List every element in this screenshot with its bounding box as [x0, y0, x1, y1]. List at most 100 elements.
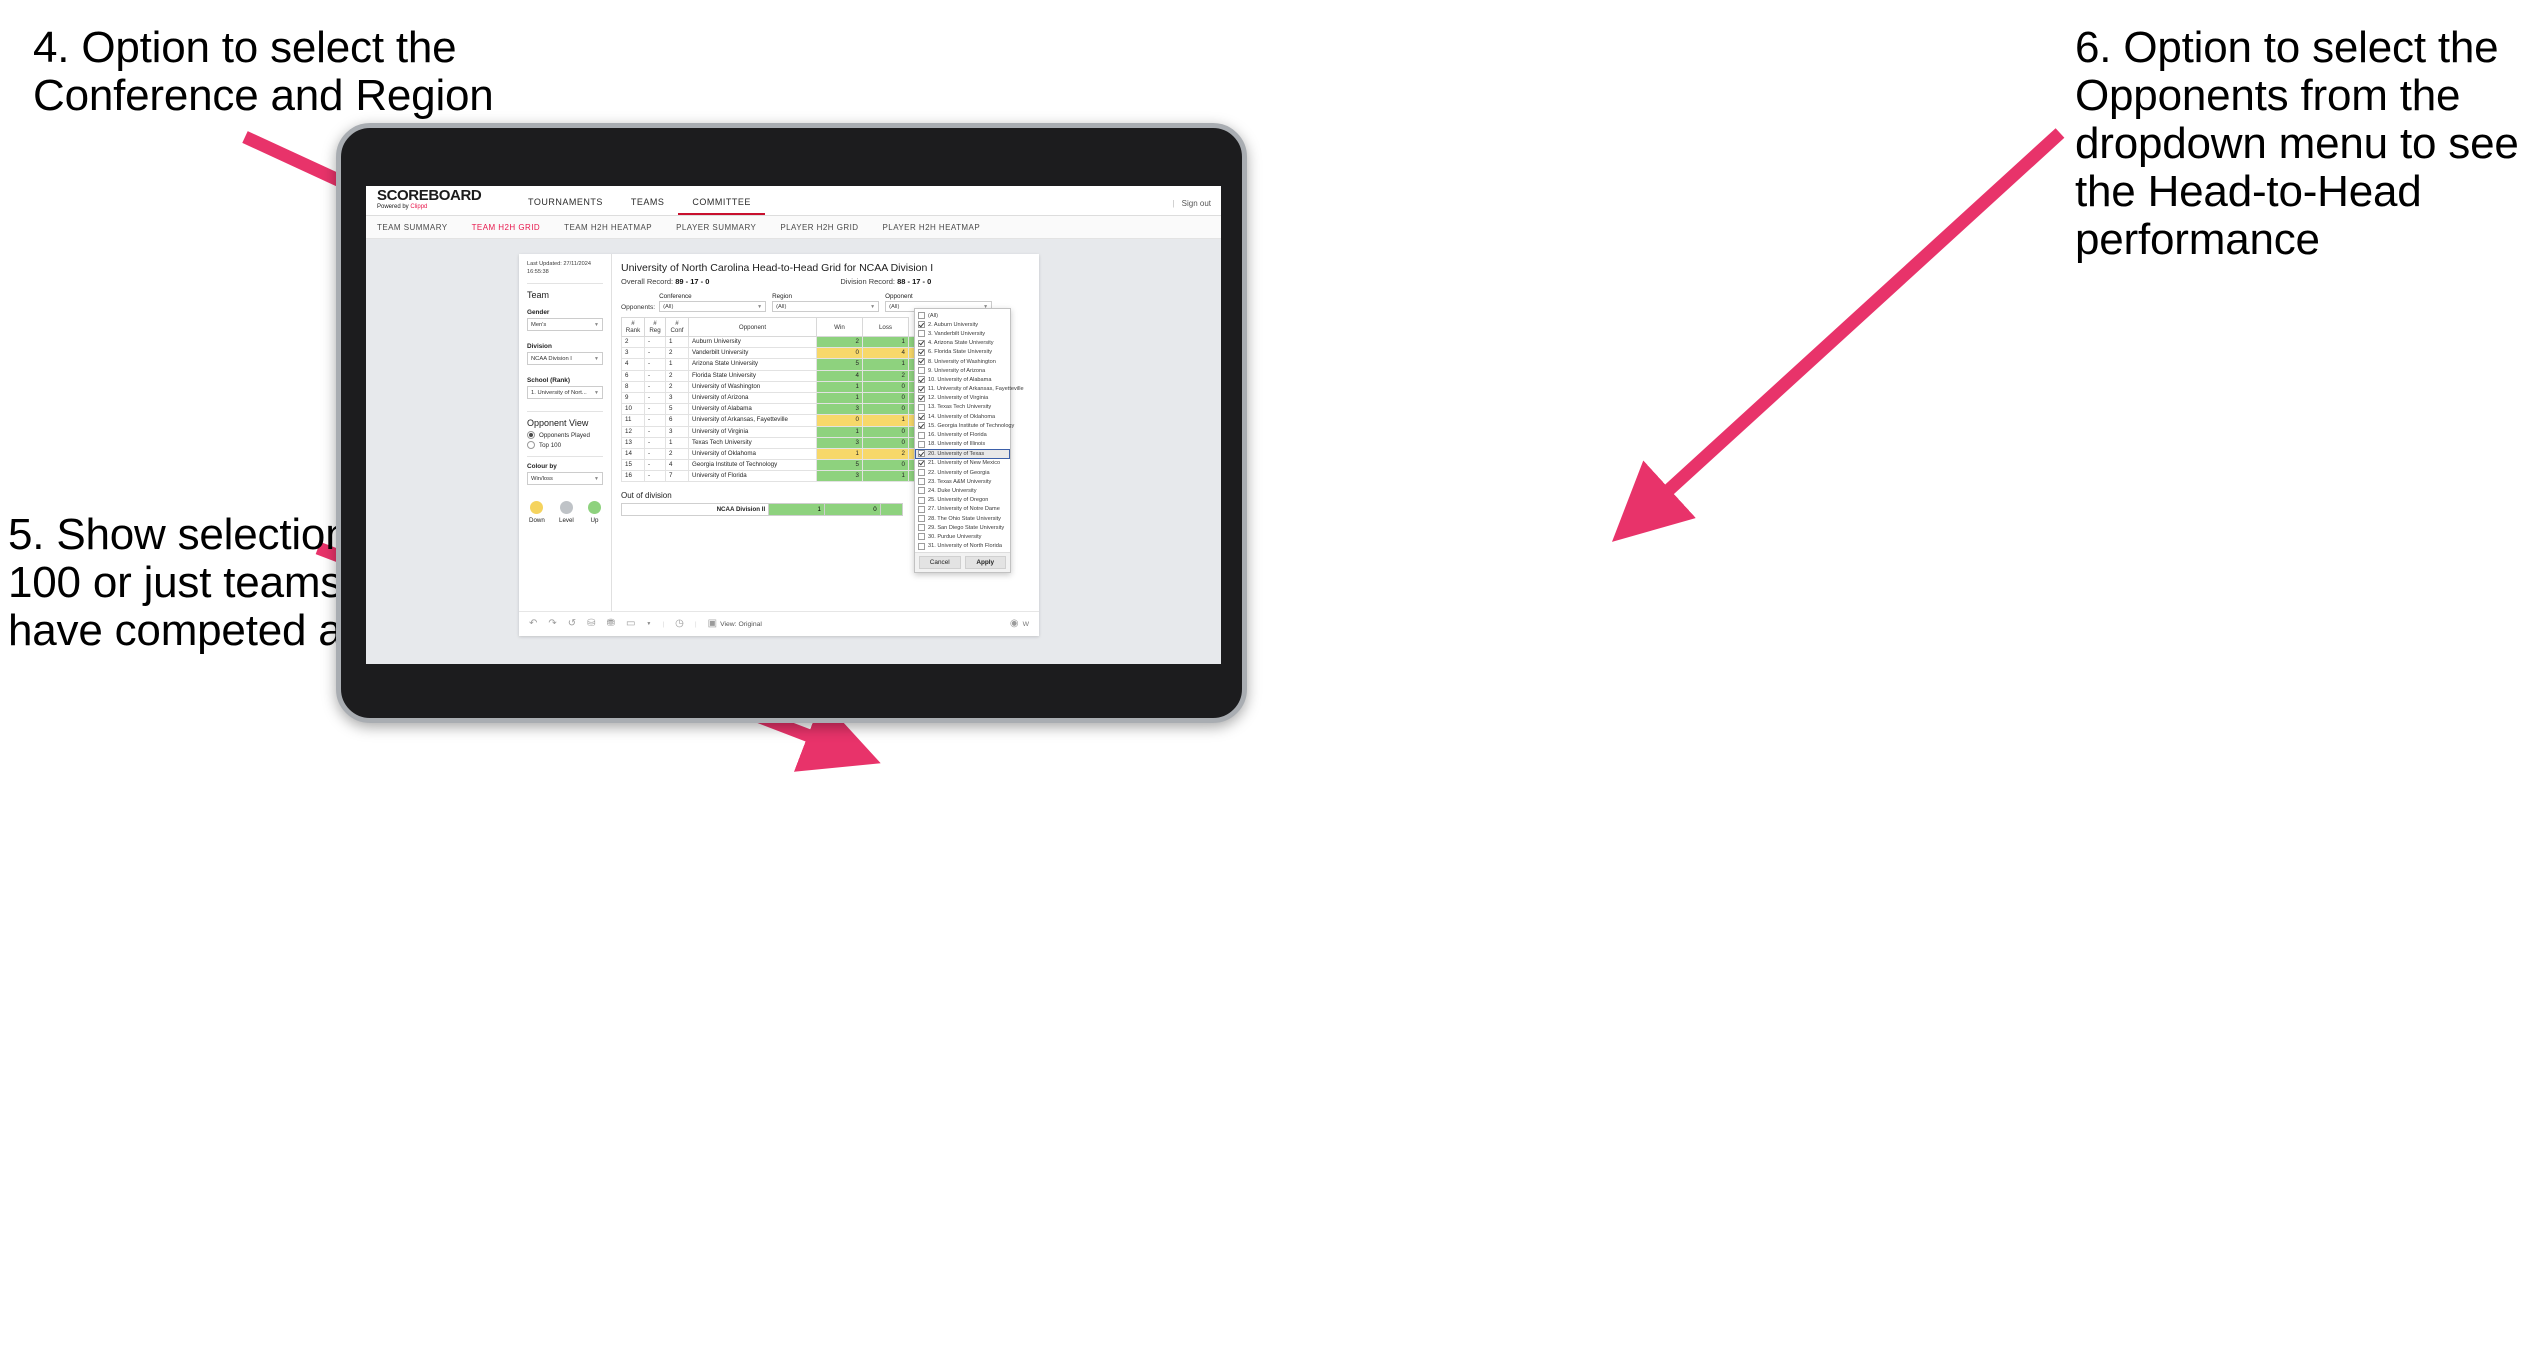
opponent-option[interactable]: 30. Purdue University [915, 532, 1010, 541]
app-logo[interactable]: SCOREBOARD Powered by Clippd [377, 188, 482, 211]
checkbox-icon[interactable] [918, 385, 925, 393]
opponent-option[interactable]: 8. University of Washington [915, 357, 1010, 366]
conference-select[interactable]: (All) ▼ [659, 301, 767, 312]
opponent-option[interactable]: (All) [915, 311, 1010, 320]
opponent-option[interactable]: 28. The Ohio State University [915, 514, 1010, 523]
opponent-option[interactable]: 29. San Diego State University [915, 523, 1010, 532]
table-row[interactable]: 10-5 University of Alabama 3 0 [621, 403, 925, 416]
opponent-option[interactable]: 23. Texas A&M University [915, 477, 1010, 486]
checkbox-icon[interactable] [918, 533, 925, 541]
checkbox-icon[interactable] [918, 330, 925, 338]
table-row[interactable]: 9-3 University of Arizona 1 0 [621, 391, 925, 405]
table-row[interactable]: 2-1 Auburn University 2 1 [621, 335, 925, 349]
table-row[interactable]: 13-1 Texas Tech University 3 0 [621, 436, 925, 449]
revert-icon[interactable]: ↺ [568, 619, 576, 629]
radio-opponents-played[interactable]: Opponents Played [527, 431, 603, 439]
opponent-option[interactable]: 4. Arizona State University [915, 339, 1010, 348]
view-original-button[interactable]: ▣ View: Original [708, 619, 762, 629]
checkbox-icon[interactable] [918, 459, 925, 467]
table-row[interactable]: 4-1 Arizona State University 5 1 [621, 358, 925, 371]
radio-top-100[interactable]: Top 100 [527, 441, 603, 449]
nav-item-teams[interactable]: TEAMS [617, 197, 679, 215]
checkbox-icon[interactable] [918, 376, 925, 384]
checkbox-icon[interactable] [918, 321, 925, 329]
checkbox-icon[interactable] [918, 312, 925, 320]
checkbox-icon[interactable] [918, 478, 925, 486]
tab-player-h2h-grid[interactable]: PLAYER H2H GRID [780, 223, 858, 232]
opponent-option[interactable]: 3. Vanderbilt University [915, 329, 1010, 338]
opponent-option[interactable]: 21. University of New Mexico [915, 459, 1010, 468]
opponent-option-list[interactable]: (All) 2. Auburn University 3. Vanderbilt U… [915, 309, 1024, 552]
col-conf[interactable]: # Conf [665, 317, 689, 337]
opponent-option[interactable]: 31. University of North Florida [915, 542, 1010, 551]
opponent-option[interactable]: 24. Duke University [915, 486, 1010, 495]
checkbox-icon[interactable] [918, 505, 925, 513]
col-opponent[interactable]: Opponent [688, 317, 817, 337]
opponent-option[interactable]: 16. University of Florida [915, 430, 1010, 439]
col-rank[interactable]: # Rank [621, 317, 645, 337]
opponent-option[interactable]: 6. Florida State University [915, 348, 1010, 357]
region-select[interactable]: (All) ▼ [772, 301, 880, 312]
checkbox-icon[interactable] [918, 394, 925, 402]
gender-select[interactable]: Men's ▼ [527, 318, 603, 331]
sign-out-link[interactable]: Sign out [1182, 199, 1211, 208]
table-row[interactable]: 3-2 Vanderbilt University 0 4 [621, 347, 925, 360]
opponent-option[interactable]: 11. University of Arkansas, Fayetteville [915, 385, 1024, 394]
col-reg[interactable]: # Reg [644, 317, 666, 337]
pause-data-icon[interactable]: ⛃ [607, 619, 615, 629]
eye-icon[interactable]: ◉ [1010, 619, 1019, 629]
tab-team-h2h-heatmap[interactable]: TEAM H2H HEATMAP [564, 223, 652, 232]
checkbox-icon[interactable] [918, 422, 925, 430]
history-icon[interactable]: ◷ [675, 619, 684, 629]
redo-icon[interactable]: ↷ [548, 619, 556, 629]
checkbox-icon[interactable] [918, 403, 925, 411]
checkbox-icon[interactable] [918, 339, 925, 347]
col-loss[interactable]: Loss [862, 317, 909, 337]
opponent-option[interactable]: 13. Texas Tech University [915, 403, 1010, 412]
school-rank-select[interactable]: 1. University of Nort... ▼ [527, 386, 603, 399]
nav-item-committee[interactable]: COMMITTEE [678, 197, 765, 215]
opponent-option[interactable]: 27. University of Notre Dame [915, 505, 1010, 514]
table-row[interactable]: 11-6 University of Arkansas, Fayetteville… [621, 414, 925, 427]
table-row[interactable]: 8-2 University of Washington 1 0 [621, 380, 925, 393]
colour-by-select[interactable]: Win/loss ▼ [527, 472, 603, 485]
table-row[interactable]: 15-4 Georgia Institute of Technology 5 0 [621, 459, 925, 472]
checkbox-icon[interactable] [918, 450, 925, 458]
opponent-option[interactable]: 12. University of Virginia [915, 394, 1010, 403]
apply-button[interactable]: Apply [964, 555, 1006, 569]
table-row[interactable]: 16-7 University of Florida 3 1 [621, 470, 925, 483]
checkbox-icon[interactable] [918, 542, 925, 550]
nav-item-tournaments[interactable]: TOURNAMENTS [514, 197, 617, 215]
table-row[interactable]: 14-2 University of Oklahoma 1 2 [621, 447, 925, 461]
opponent-option[interactable]: 2. Auburn University [915, 320, 1010, 329]
opponent-option[interactable]: 10. University of Alabama [915, 375, 1010, 384]
table-row[interactable]: 6-2 Florida State University 4 2 [621, 369, 925, 382]
division-select[interactable]: NCAA Division I ▼ [527, 352, 603, 365]
tab-team-h2h-grid[interactable]: TEAM H2H GRID [472, 223, 541, 232]
checkbox-icon[interactable] [918, 431, 925, 439]
opponent-option[interactable]: 20. University of Texas [915, 448, 1010, 459]
opponent-option[interactable]: 15. Georgia Institute of Technology [915, 421, 1014, 430]
checkbox-icon[interactable] [918, 413, 925, 421]
opponent-option[interactable]: 14. University of Oklahoma [915, 412, 1010, 421]
tab-player-h2h-heatmap[interactable]: PLAYER H2H HEATMAP [883, 223, 981, 232]
checkbox-icon[interactable] [918, 440, 925, 448]
opponent-option[interactable]: 25. University of Oregon [915, 496, 1010, 505]
opponent-option[interactable]: 22. University of Georgia [915, 468, 1010, 477]
undo-icon[interactable]: ↶ [529, 619, 537, 629]
table-row[interactable]: 12-3 University of Virginia 1 0 [621, 425, 925, 438]
checkbox-icon[interactable] [918, 487, 925, 495]
checkbox-icon[interactable] [918, 348, 925, 356]
checkbox-icon[interactable] [918, 358, 925, 366]
checkbox-icon[interactable] [918, 496, 925, 504]
checkbox-icon[interactable] [918, 524, 925, 532]
opponent-option[interactable]: 18. University of Illinois [915, 440, 1010, 449]
tab-team-summary[interactable]: TEAM SUMMARY [377, 223, 448, 232]
refresh-data-icon[interactable]: ⛁ [587, 619, 595, 629]
col-win[interactable]: Win [816, 317, 863, 337]
cancel-button[interactable]: Cancel [919, 555, 961, 569]
checkbox-icon[interactable] [918, 469, 925, 477]
tab-player-summary[interactable]: PLAYER SUMMARY [676, 223, 756, 232]
opponent-option[interactable]: 9. University of Arizona [915, 366, 1010, 375]
checkbox-icon[interactable] [918, 515, 925, 523]
